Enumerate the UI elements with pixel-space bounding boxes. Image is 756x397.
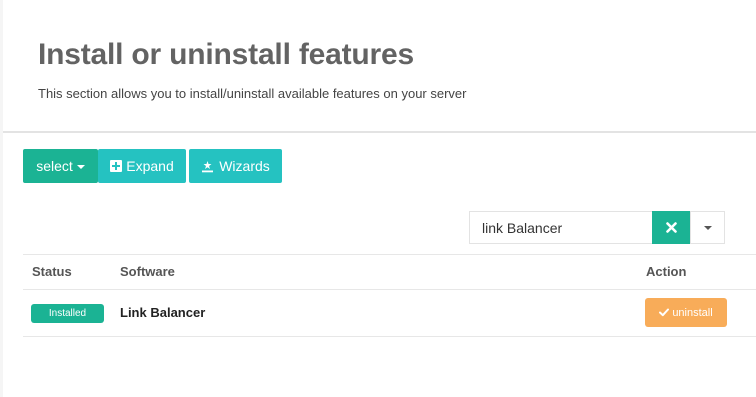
wizards-button[interactable]: Wizards (189, 149, 282, 183)
page: Install or uninstall features This secti… (3, 0, 756, 397)
select-button-label: select (36, 158, 73, 174)
search-options-dropdown[interactable] (690, 211, 725, 244)
status-badge: Installed (31, 304, 104, 323)
page-header: Install or uninstall features This secti… (3, 0, 756, 133)
clear-search-button[interactable] (652, 211, 690, 244)
page-subtitle: This section allows you to install/unins… (38, 86, 467, 101)
page-title: Install or uninstall features (38, 38, 414, 71)
column-header-status: Status (32, 264, 72, 279)
select-button[interactable]: select (23, 149, 98, 183)
expand-button-label: Expand (126, 158, 174, 174)
caret-down-icon (76, 165, 85, 169)
search-group (469, 211, 725, 244)
magic-wand-icon (201, 160, 214, 173)
check-icon (659, 308, 670, 317)
plus-square-icon (110, 160, 123, 172)
uninstall-button-label: uninstall (672, 306, 713, 319)
caret-down-icon (703, 225, 712, 230)
close-icon (665, 222, 677, 233)
column-header-software: Software (120, 264, 175, 279)
expand-button[interactable]: Expand (98, 149, 186, 183)
software-name: Link Balancer (120, 305, 206, 320)
search-input[interactable] (469, 211, 653, 244)
features-table: Status Software Action Installed Link Ba… (23, 254, 756, 337)
uninstall-button[interactable]: uninstall (645, 298, 727, 327)
table-header: Status Software Action (23, 254, 756, 290)
column-header-action: Action (646, 264, 687, 279)
wizards-button-label: Wizards (219, 158, 270, 174)
table-row: Installed Link Balancer uninstall (23, 290, 756, 337)
